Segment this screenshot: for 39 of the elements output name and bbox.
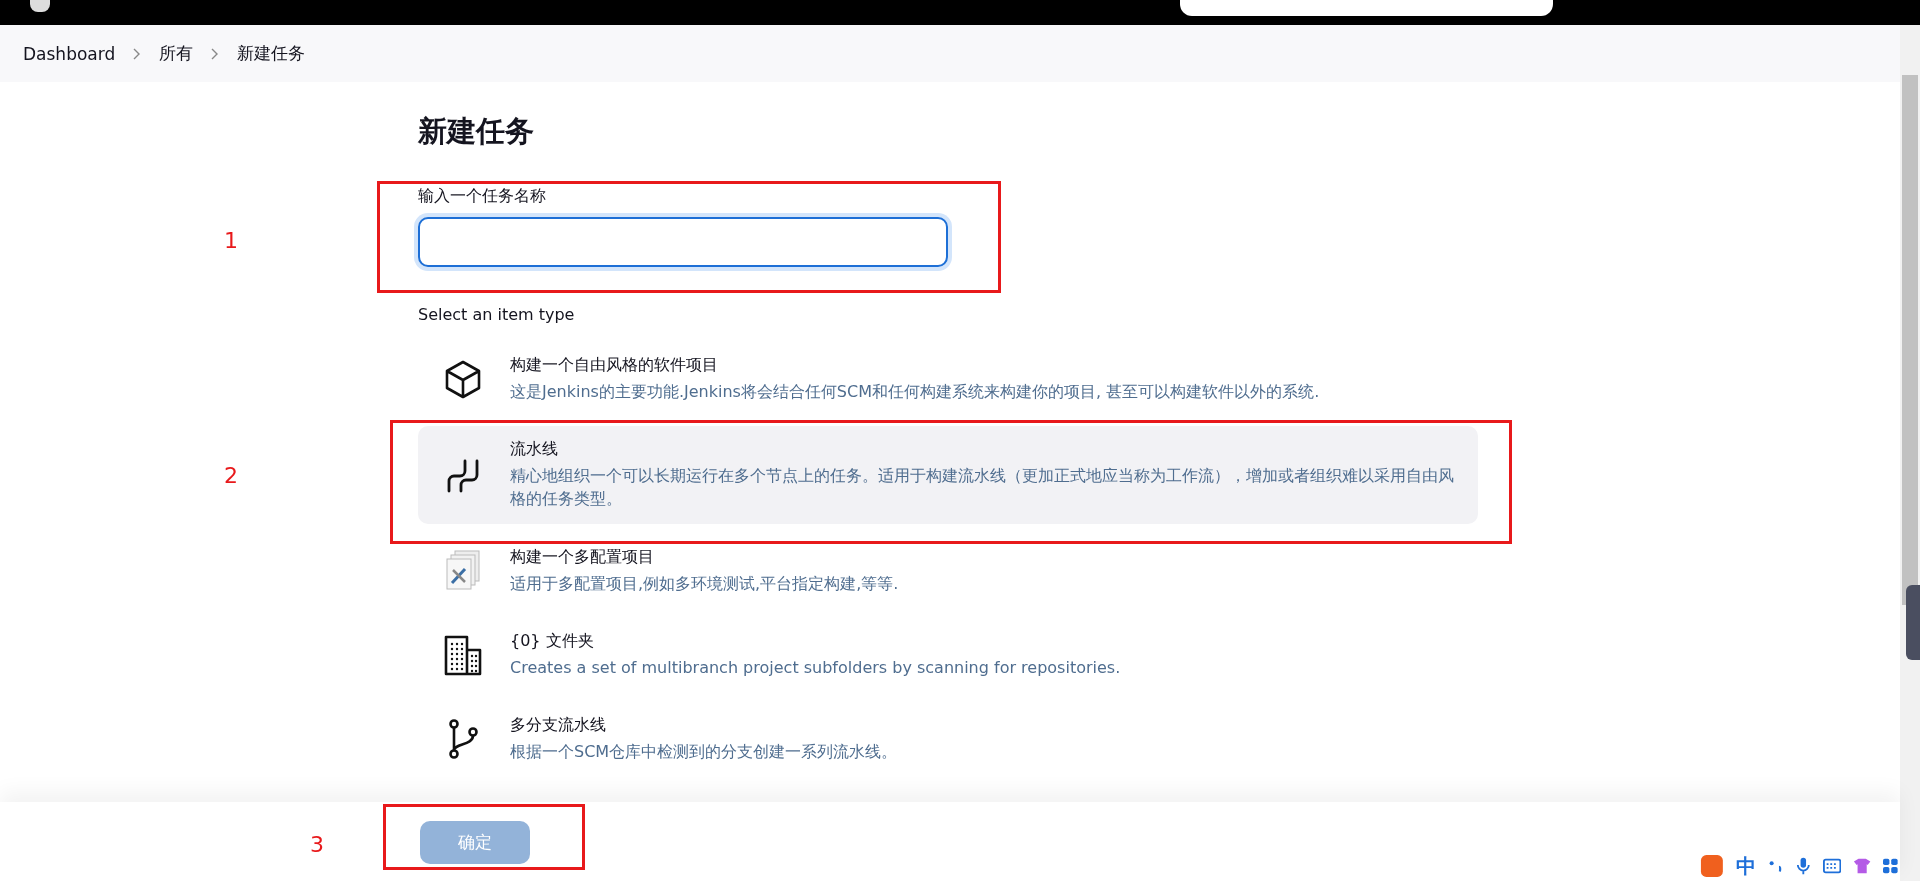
item-type-name: 构建一个自由风格的软件项目 — [510, 355, 719, 376]
search-field[interactable] — [1180, 0, 1553, 16]
section-label: Select an item type — [418, 305, 576, 324]
item-type-description: 精心地组织一个可以长期运行在多个节点上的任务。适用于构建流水线（更加正式地应当称为工作流），增加或者组织难以采用自由风格的任务类型。 — [510, 465, 1455, 511]
item-type-name: 流水线 — [510, 439, 559, 461]
branch-icon — [446, 718, 480, 761]
chevron-right-icon — [133, 47, 142, 60]
item-type-option[interactable]: {0} 文件夹 Creates a set of multibranch project subfolders by scanning for repositories. — [418, 617, 1478, 692]
keyboard-icon[interactable] — [1822, 858, 1842, 874]
item-type-description: 根据一个SCM仓库中检测到的分支创建一系列流水线。 — [510, 740, 898, 763]
scrollbar[interactable] — [1900, 25, 1920, 881]
breadcrumb-link[interactable]: Dashboard — [23, 43, 116, 64]
logo-icon[interactable] — [30, 0, 50, 12]
item-type-name: 多分支流水线 — [510, 714, 607, 736]
input-mode-toggle[interactable]: 中 — [1735, 852, 1756, 880]
annotation-number: 3 — [310, 832, 324, 857]
chevron-right-icon — [211, 47, 220, 60]
item-type-option[interactable]: 构建一个多配置项目 适用于多配置项目,例如多环境测试,平台指定构建,等等. — [418, 533, 1478, 608]
item-type-option[interactable]: 构建一个自由风格的软件项目 这是Jenkins的主要功能.Jenkins将会结合任何SCM和任何构建系统来构建你的项目, 甚至可以构建软件以外的系统. — [418, 342, 1478, 417]
item-type-option[interactable]: 多分支流水线 根据一个SCM仓库中检测到的分支创建一系列流水线。 — [418, 701, 1478, 777]
grid-icon[interactable] — [1883, 858, 1899, 874]
page-title: 新建任务 — [418, 113, 535, 150]
annotation-number: 1 — [224, 228, 238, 253]
document-tools-icon — [443, 548, 483, 593]
breadcrumb-link[interactable]: 所有 — [159, 42, 194, 65]
item-type-option[interactable]: 流水线 精心地组织一个可以长期运行在多个节点上的任务。适用于构建流水线（更加正式地应当称为工作流），增加或者组织难以采用自由风格的任务类型。 — [418, 426, 1478, 524]
breadcrumb-link[interactable]: 新建任务 — [237, 42, 306, 65]
item-type-description: 适用于多配置项目,例如多环境测试,平台指定构建,等等. — [510, 572, 899, 595]
shirt-icon[interactable] — [1853, 857, 1872, 875]
field-label: 输入一个任务名称 — [418, 186, 547, 207]
item-type-name: {0} 文件夹 — [510, 630, 595, 652]
item-type-description: 这是Jenkins的主要功能.Jenkins将会结合任何SCM和任何构建系统来构建你的项目, 甚至可以构建软件以外的系统. — [510, 381, 1320, 403]
building-icon — [443, 633, 483, 676]
annotation-number: 2 — [224, 463, 238, 488]
cube-icon — [443, 359, 483, 400]
microphone-icon[interactable] — [1796, 856, 1811, 876]
item-name-field[interactable] — [418, 217, 948, 267]
item-type-description: Creates a set of multibranch project subfolders by scanning for repositories. — [510, 656, 1121, 679]
item-type-name: 构建一个多配置项目 — [510, 546, 655, 568]
